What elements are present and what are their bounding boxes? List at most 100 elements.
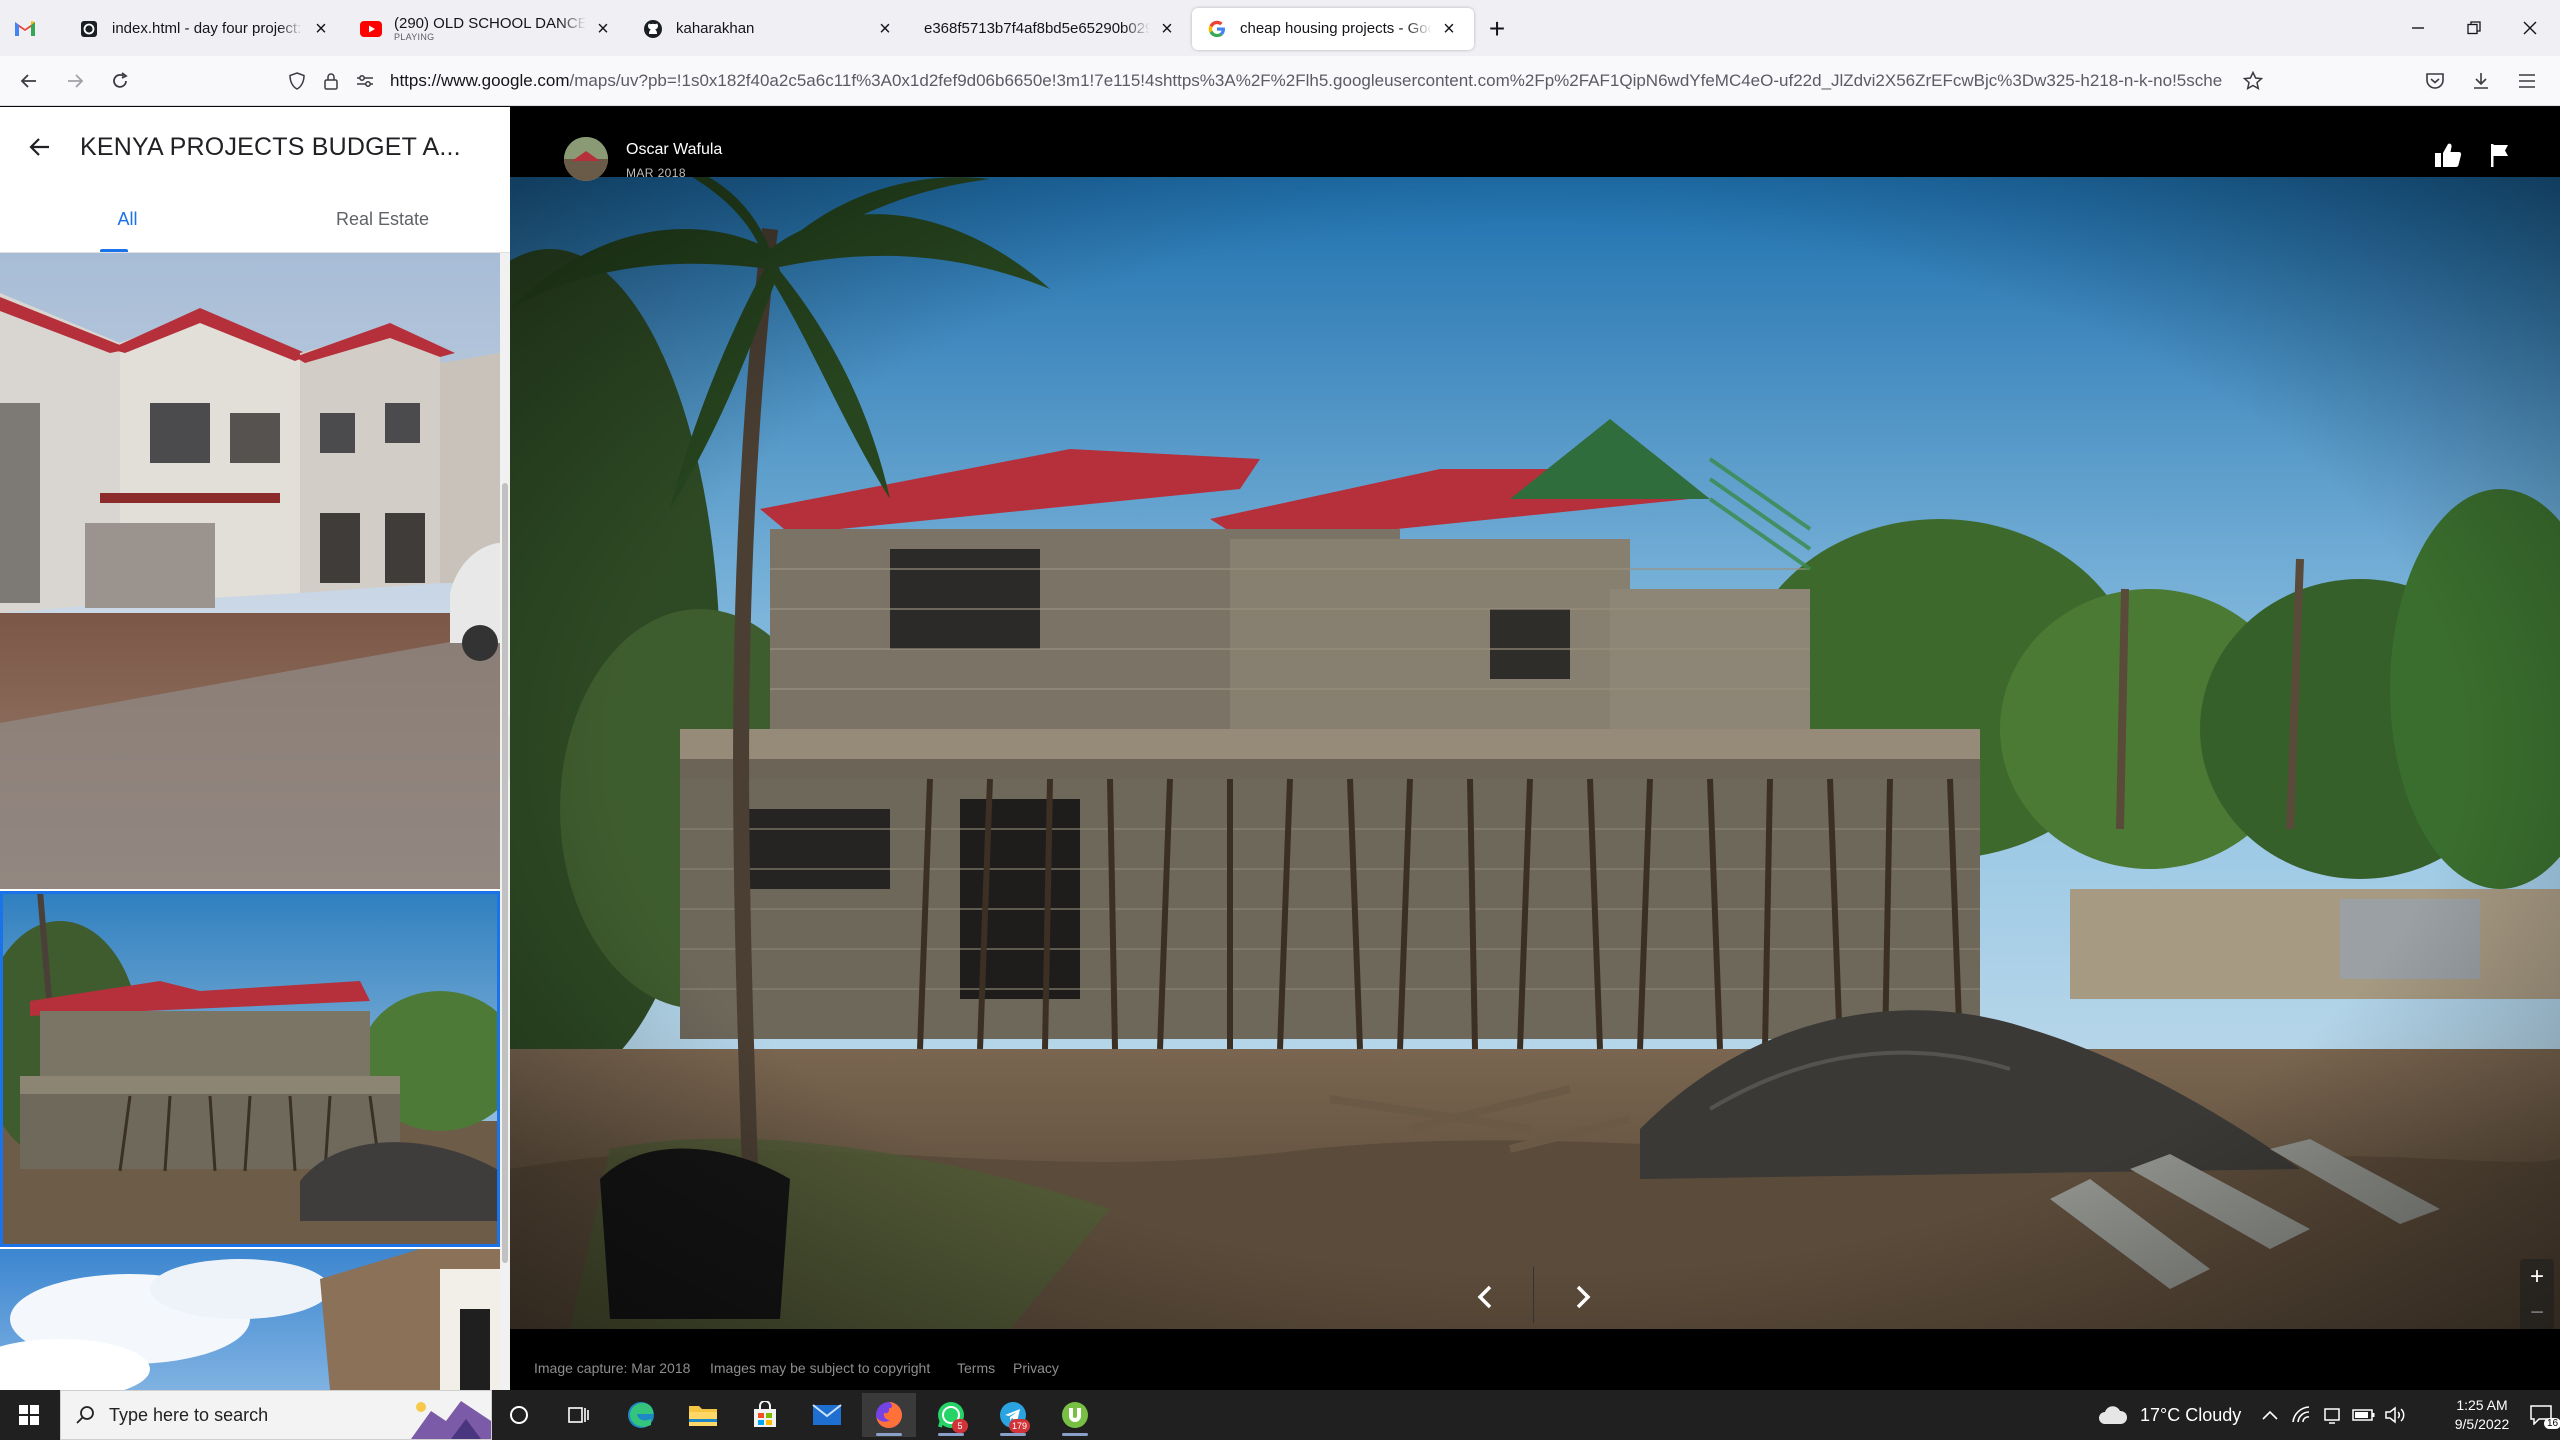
photo-thumbnail-2-selected[interactable] bbox=[0, 891, 500, 1247]
thumbnail-image bbox=[0, 891, 500, 1247]
network-status[interactable] bbox=[2292, 1390, 2312, 1440]
thumbs-up-icon bbox=[2435, 143, 2462, 167]
forward-button[interactable] bbox=[58, 64, 92, 98]
windows-logo-icon bbox=[19, 1405, 39, 1425]
cortana-circle-icon bbox=[510, 1406, 528, 1424]
task-view-button[interactable] bbox=[552, 1393, 606, 1437]
browser-tab-4[interactable]: e368f5713b7f4af8bd5e65290b029a × bbox=[910, 8, 1192, 50]
google-icon bbox=[1206, 18, 1228, 40]
tab-real-estate[interactable]: Real Estate bbox=[255, 187, 510, 252]
browser-tab-1[interactable]: index.html - day four project: w × bbox=[64, 8, 346, 50]
taskbar-store[interactable] bbox=[738, 1393, 792, 1437]
zoom-in-button[interactable]: + bbox=[2530, 1263, 2544, 1291]
minimize-button[interactable] bbox=[2390, 0, 2446, 56]
close-icon[interactable]: × bbox=[310, 18, 332, 40]
close-icon[interactable]: × bbox=[874, 18, 896, 40]
restore-icon bbox=[2467, 21, 2481, 35]
speaker-icon bbox=[2385, 1406, 2405, 1424]
author-name[interactable]: Oscar Wafula bbox=[626, 141, 722, 159]
taskbar-edge[interactable] bbox=[614, 1393, 668, 1437]
back-button[interactable] bbox=[12, 64, 46, 98]
restore-button[interactable] bbox=[2446, 0, 2502, 56]
pinned-tab-gmail[interactable] bbox=[0, 0, 50, 56]
next-photo-button[interactable] bbox=[1553, 1267, 1613, 1327]
browser-tab-active[interactable]: cheap housing projects - Google × bbox=[1192, 8, 1474, 50]
wifi-icon bbox=[2292, 1406, 2310, 1423]
panel-back-button[interactable] bbox=[0, 107, 80, 187]
tab-title-block: (290) OLD SCHOOL DANCEHALL PLAYING bbox=[394, 15, 586, 43]
browser-tab-2[interactable]: (290) OLD SCHOOL DANCEHALL PLAYING × bbox=[346, 8, 628, 50]
report-flag-button[interactable] bbox=[2480, 135, 2520, 175]
weather-widget[interactable]: 17°C Cloudy bbox=[2098, 1390, 2241, 1440]
tab-title: (290) OLD SCHOOL DANCEHALL bbox=[394, 15, 586, 33]
phone-link-status[interactable] bbox=[2322, 1390, 2342, 1440]
battery-status[interactable] bbox=[2352, 1390, 2376, 1440]
cortana-button[interactable] bbox=[492, 1393, 546, 1437]
bookmark-star-icon[interactable] bbox=[2236, 64, 2270, 98]
battery-icon bbox=[2352, 1409, 2375, 1421]
flag-icon bbox=[2491, 144, 2508, 167]
close-icon[interactable]: × bbox=[592, 18, 614, 40]
privacy-link[interactable]: Privacy bbox=[1013, 1360, 1059, 1376]
tab-strip: index.html - day four project: w × (290)… bbox=[0, 0, 2560, 56]
author-avatar[interactable] bbox=[564, 137, 608, 181]
notification-center-button[interactable]: 16 bbox=[2530, 1390, 2560, 1440]
zoom-out-button[interactable]: − bbox=[2530, 1299, 2544, 1327]
address-bar[interactable]: https://www.google.com/maps/uv?pb=!1s0x1… bbox=[280, 62, 2270, 100]
chevron-left-icon bbox=[1477, 1285, 1492, 1309]
permissions-icon[interactable] bbox=[348, 64, 382, 98]
search-icon bbox=[76, 1406, 94, 1424]
thumbnail-image bbox=[0, 1249, 500, 1390]
main-photo[interactable] bbox=[510, 169, 2560, 1329]
device-icon bbox=[2324, 1408, 2340, 1424]
taskbar-file-explorer[interactable] bbox=[676, 1393, 730, 1437]
url-text[interactable]: https://www.google.com/maps/uv?pb=!1s0x1… bbox=[382, 71, 2236, 91]
taskbar-utorrent[interactable] bbox=[1048, 1393, 1102, 1437]
close-icon bbox=[2523, 21, 2537, 35]
hamburger-menu-icon bbox=[2519, 74, 2535, 88]
terms-link[interactable]: Terms bbox=[957, 1360, 995, 1376]
lock-icon[interactable] bbox=[314, 64, 348, 98]
photo-thumbnail-3[interactable] bbox=[0, 1249, 500, 1390]
taskbar-mail[interactable] bbox=[800, 1393, 854, 1437]
pocket-icon bbox=[2426, 73, 2444, 89]
previous-photo-button[interactable] bbox=[1455, 1267, 1515, 1327]
start-button[interactable] bbox=[0, 1390, 58, 1440]
menu-button[interactable] bbox=[2510, 64, 2544, 98]
system-clock[interactable]: 1:25 AM 9/5/2022 bbox=[2438, 1396, 2526, 1434]
reload-button[interactable] bbox=[103, 64, 137, 98]
category-tabs: All Real Estate bbox=[0, 187, 510, 253]
zoom-control: + − bbox=[2520, 1259, 2554, 1331]
thumbs-up-button[interactable] bbox=[2428, 135, 2468, 175]
gmail-icon bbox=[15, 21, 35, 36]
panel-scrollbar[interactable] bbox=[500, 253, 510, 1390]
downloads-button[interactable] bbox=[2464, 64, 2498, 98]
youtube-icon bbox=[360, 18, 382, 40]
github-icon bbox=[78, 18, 100, 40]
volume-control[interactable] bbox=[2384, 1390, 2406, 1440]
close-window-button[interactable] bbox=[2502, 0, 2558, 56]
url-host: https://www.google.com bbox=[390, 71, 570, 90]
photo-thumbnail-1[interactable] bbox=[0, 253, 500, 889]
show-hidden-icons-button[interactable] bbox=[2262, 1390, 2278, 1440]
new-tab-button[interactable]: + bbox=[1480, 12, 1514, 46]
github-icon bbox=[642, 18, 664, 40]
store-bag-icon bbox=[754, 1401, 776, 1427]
tab-title: kaharakhan bbox=[676, 20, 868, 38]
browser-tab-3[interactable]: kaharakhan × bbox=[628, 8, 910, 50]
close-icon[interactable]: × bbox=[1438, 18, 1460, 40]
scrollbar-thumb[interactable] bbox=[502, 483, 508, 1263]
close-icon[interactable]: × bbox=[1156, 18, 1178, 40]
taskbar-firefox[interactable] bbox=[862, 1393, 916, 1437]
tab-all[interactable]: All bbox=[0, 187, 255, 252]
pocket-button[interactable] bbox=[2418, 64, 2452, 98]
utorrent-icon bbox=[1062, 1402, 1088, 1428]
shield-icon[interactable] bbox=[280, 64, 314, 98]
photo-album-panel: KENYA PROJECTS BUDGET A... All Real Esta… bbox=[0, 107, 510, 1390]
taskbar-telegram[interactable]: 179 bbox=[986, 1393, 1040, 1437]
thumbnail-image bbox=[0, 253, 500, 889]
cloud-icon bbox=[2099, 1406, 2128, 1424]
taskbar-whatsapp[interactable]: 5 bbox=[924, 1393, 978, 1437]
panel-header: KENYA PROJECTS BUDGET A... bbox=[0, 107, 510, 187]
taskbar-search-box[interactable]: Type here to search bbox=[60, 1390, 492, 1440]
